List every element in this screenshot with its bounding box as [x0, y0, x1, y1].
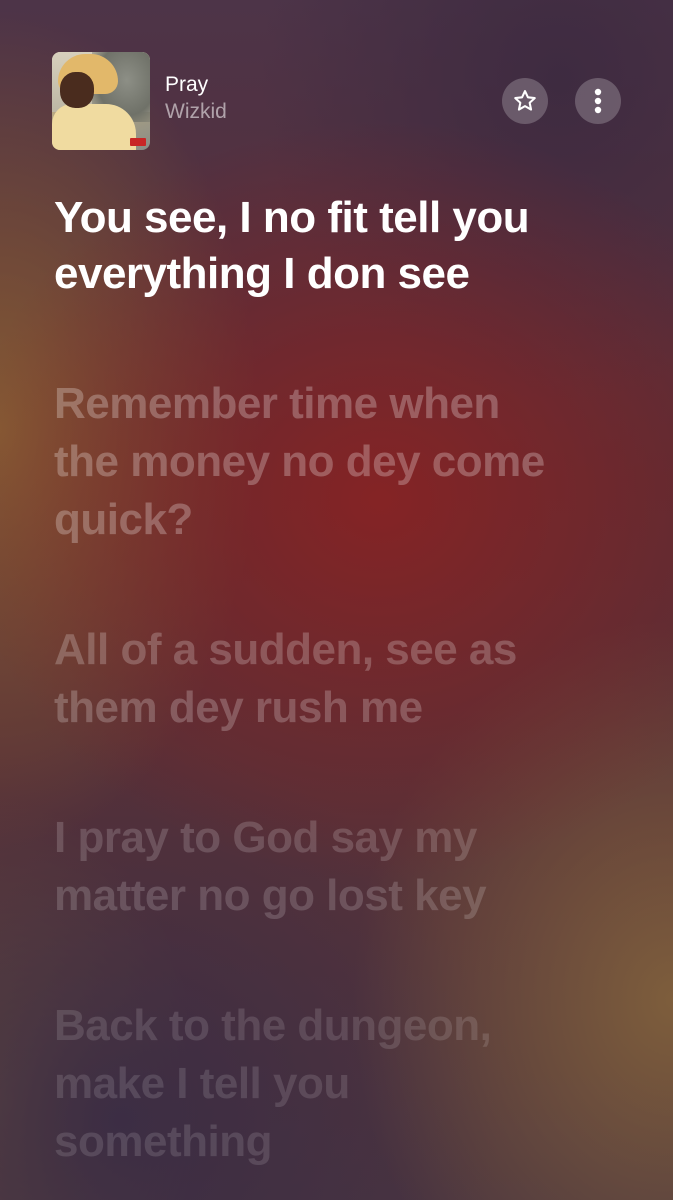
favorite-button[interactable]: [502, 78, 548, 124]
lyric-line: them dey rush me: [54, 683, 423, 732]
lyric-line: I pray to God say my: [54, 813, 477, 862]
lyric-line: matter no go lost key: [54, 871, 487, 920]
lyric-line: You see, I no fit tell you: [54, 193, 530, 242]
lyric-line: make I tell you: [54, 1059, 350, 1108]
more-options-button[interactable]: [575, 78, 621, 124]
album-art-label: [130, 138, 146, 146]
lyric-line: everything I don see: [54, 249, 470, 298]
star-icon: [512, 88, 538, 114]
more-vertical-icon: [594, 88, 602, 114]
lyric-line: Back to the dungeon,: [54, 1001, 492, 1050]
track-info[interactable]: Pray Wizkid: [165, 72, 227, 126]
track-title: Pray: [165, 73, 209, 96]
lyric-active[interactable]: You see, I no fit tell you everything I …: [54, 190, 634, 302]
album-art-figure-body: [52, 104, 136, 150]
lyric-line-block[interactable]: I pray to God say my matter no go lost k…: [54, 809, 634, 925]
lyric-line-block[interactable]: Back to the dungeon, make I tell you som…: [54, 997, 634, 1171]
now-playing-header: Pray Wizkid: [52, 52, 622, 150]
lyric-line: the money no dey come: [54, 437, 545, 486]
lyric-line-block[interactable]: All of a sudden, see as them dey rush me: [54, 621, 634, 737]
lyric-line: something: [54, 1117, 272, 1166]
track-artist[interactable]: Wizkid: [165, 98, 227, 126]
album-art-face: [60, 72, 94, 108]
lyric-line: quick?: [54, 495, 193, 544]
lyric-line: All of a sudden, see as: [54, 625, 517, 674]
lyric-line: Remember time when: [54, 379, 500, 428]
album-art[interactable]: [52, 52, 150, 150]
lyrics-view[interactable]: You see, I no fit tell you everything I …: [54, 190, 634, 1171]
lyric-line-block[interactable]: Remember time when the money no dey come…: [54, 375, 634, 549]
